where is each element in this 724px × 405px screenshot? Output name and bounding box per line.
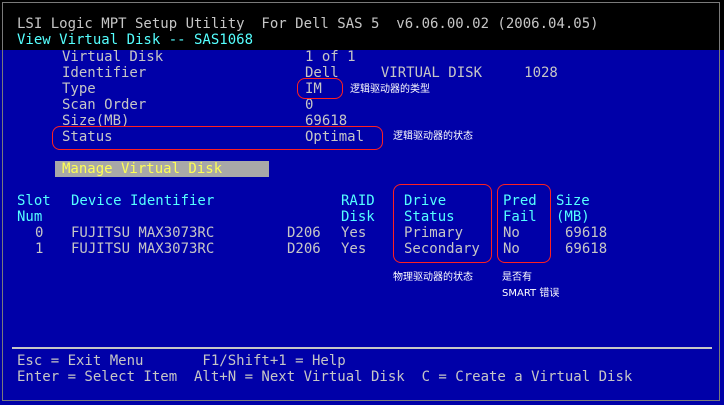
size-header: Size bbox=[556, 193, 590, 209]
identifier-label: Identifier bbox=[62, 65, 147, 81]
pred-fail-annotation-note-2: SMART 错误 bbox=[502, 288, 560, 299]
utility-title: LSI Logic MPT Setup Utility For Dell SAS… bbox=[17, 16, 599, 32]
mb-header: (MB) bbox=[556, 209, 590, 225]
virtual-disk-label: Virtual Disk bbox=[62, 49, 164, 65]
slot-cell: 1 bbox=[35, 241, 44, 257]
footer-hotkeys-line1: Esc = Exit Menu F1/Shift+1 = Help bbox=[17, 353, 346, 369]
pred-fail-annotation-outline bbox=[497, 184, 551, 263]
raid-cell: Yes bbox=[341, 225, 367, 241]
device-cell: FUJITSU MAX3073RC bbox=[71, 241, 215, 257]
identifier-value: Dell VIRTUAL DISK 1028 bbox=[305, 65, 558, 81]
virtual-disk-value[interactable]: 1 of 1 bbox=[305, 49, 356, 65]
manage-virtual-disk-option[interactable]: Manage Virtual Disk bbox=[62, 161, 222, 177]
scan-order-label: Scan Order bbox=[62, 97, 147, 113]
screen-subtitle: View Virtual Disk -- SAS1068 bbox=[17, 32, 254, 48]
size-cell: 69618 bbox=[565, 225, 608, 241]
raid-cell: Yes bbox=[341, 241, 367, 257]
revision-cell: D206 bbox=[287, 241, 321, 257]
type-label: Type bbox=[62, 81, 96, 97]
slot-header: Slot bbox=[17, 193, 51, 209]
status-annotation-note: 逻辑驱动器的状态 bbox=[393, 131, 473, 142]
type-annotation-outline bbox=[297, 78, 343, 99]
status-annotation-outline bbox=[52, 126, 383, 150]
pred-fail-annotation-note: 是否有 bbox=[502, 272, 532, 283]
device-identifier-header: Device Identifier bbox=[71, 193, 215, 209]
footer-separator bbox=[12, 347, 712, 349]
slot-cell: 0 bbox=[35, 225, 44, 241]
device-cell: FUJITSU MAX3073RC bbox=[71, 225, 215, 241]
revision-cell: D206 bbox=[287, 225, 321, 241]
size-cell: 69618 bbox=[565, 241, 608, 257]
drive-status-annotation-outline bbox=[393, 184, 492, 263]
raid-header: RAID bbox=[341, 193, 375, 209]
drive-status-annotation-note: 物理驱动器的状态 bbox=[393, 272, 473, 283]
num-header: Num bbox=[17, 209, 43, 225]
disk-header: Disk bbox=[341, 209, 375, 225]
footer-hotkeys-line2: Enter = Select Item Alt+N = Next Virtual… bbox=[17, 369, 633, 385]
scan-order-value: 0 bbox=[305, 97, 314, 113]
type-annotation-note: 逻辑驱动器的类型 bbox=[350, 84, 430, 95]
